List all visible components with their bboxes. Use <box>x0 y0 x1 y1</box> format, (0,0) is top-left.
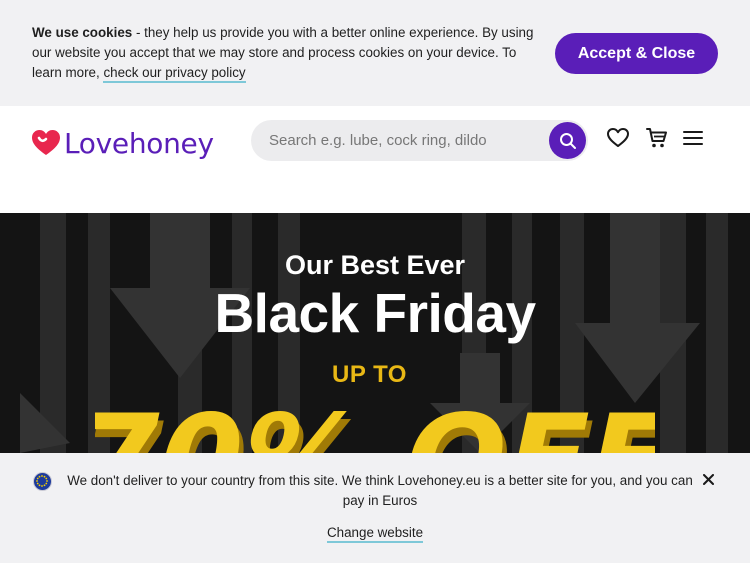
site-header: Lovehoney <box>0 106 750 213</box>
change-website-link[interactable]: Change website <box>326 525 424 543</box>
eu-flag-icon <box>33 472 52 491</box>
privacy-policy-link[interactable]: check our privacy policy <box>103 65 246 83</box>
hero-discount-graphic: 70% OFF 70% OFF <box>95 388 655 453</box>
accept-close-button[interactable]: Accept & Close <box>555 33 718 74</box>
logo-heart-icon <box>32 130 60 155</box>
search-button[interactable] <box>549 122 586 159</box>
logo[interactable]: Lovehoney <box>32 126 214 160</box>
menu-icon <box>683 131 703 145</box>
wishlist-button[interactable] <box>606 126 630 150</box>
cart-icon <box>646 128 667 148</box>
close-icon <box>703 474 714 485</box>
black-friday-hero[interactable]: Our Best Ever Black Friday UP TO 70% OFF… <box>0 213 750 453</box>
logo-text: Lovehoney <box>64 126 214 160</box>
cookie-message: We use cookies - they help us provide yo… <box>32 23 537 83</box>
close-notice-button[interactable] <box>700 471 717 488</box>
hero-discount-text: 70% OFF <box>95 388 655 453</box>
cookie-lead: We use cookies <box>32 25 133 40</box>
eu-stars-icon <box>36 475 48 487</box>
search-bar <box>251 120 588 161</box>
heart-icon <box>607 128 629 147</box>
menu-button[interactable] <box>681 126 705 150</box>
change-website-container: Change website <box>0 525 750 543</box>
hero-kicker: Our Best Ever <box>284 250 466 280</box>
hero-title: Black Friday <box>214 282 536 344</box>
region-message: We don't deliver to your country from th… <box>67 473 693 508</box>
search-input[interactable] <box>269 120 539 161</box>
search-icon <box>559 132 576 149</box>
region-notice: We don't deliver to your country from th… <box>0 453 750 563</box>
cart-button[interactable] <box>645 126 669 150</box>
cookie-banner: We use cookies - they help us provide yo… <box>0 0 750 106</box>
